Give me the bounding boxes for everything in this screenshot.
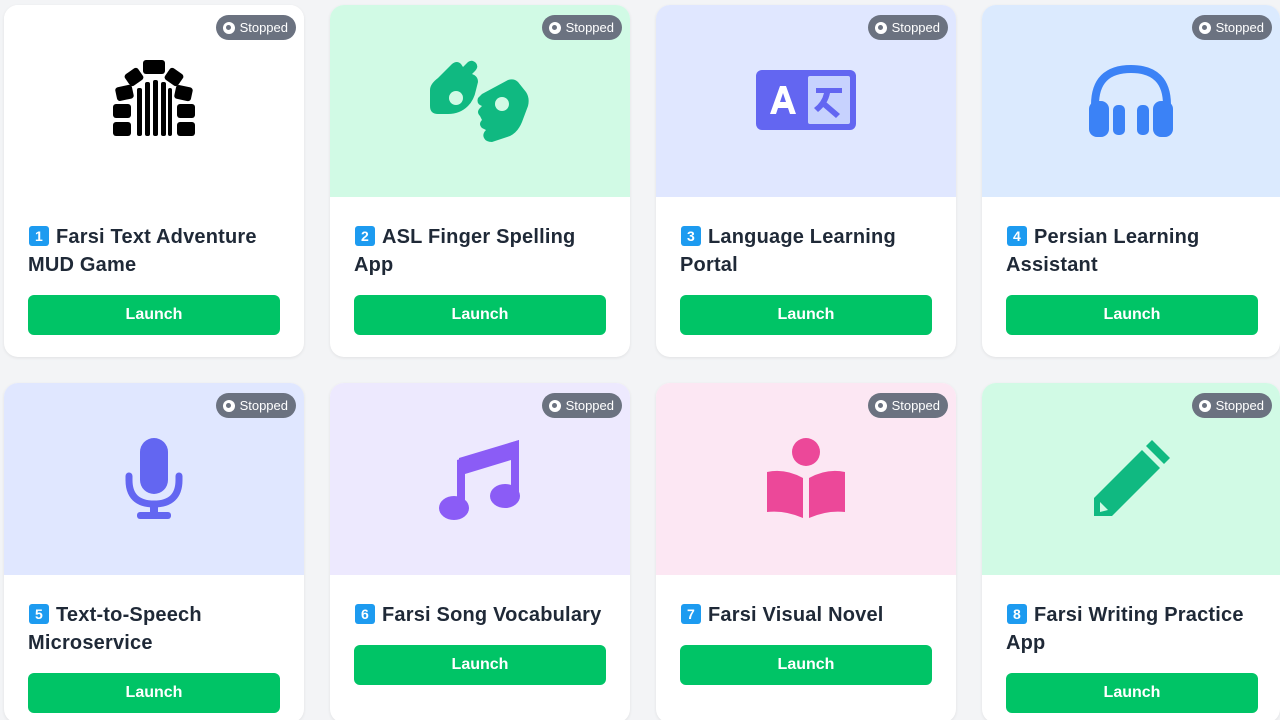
card-hero: Stopped [4, 383, 304, 575]
card-body: 3 Language Learning Portal Launch [656, 197, 956, 335]
launch-button[interactable]: Launch [354, 295, 606, 335]
card-title: 7 Farsi Visual Novel [680, 601, 932, 629]
app-card: Stopped 5 Text-to-Speech Microservice Lau… [4, 383, 304, 720]
card-title-text: Farsi Visual Novel [708, 604, 884, 626]
app-card: Stopped 4 Persian Learning Assistant Laun… [982, 5, 1280, 357]
stopped-icon [874, 21, 887, 34]
number-badge: 5 [29, 604, 49, 624]
card-title-text: ASL Finger Spelling App [354, 226, 576, 276]
launch-button[interactable]: Launch [28, 673, 280, 713]
stopped-icon [222, 399, 235, 412]
stopped-icon [874, 399, 887, 412]
launch-button[interactable]: Launch [1006, 295, 1258, 335]
card-hero: Stopped [330, 383, 630, 575]
status-badge: Stopped [1191, 393, 1272, 418]
status-label: Stopped [1215, 20, 1264, 35]
card-title-text: Farsi Song Vocabulary [382, 604, 602, 626]
stopped-icon [222, 21, 235, 34]
number-badge: 7 [681, 604, 701, 624]
headphones-icon [1089, 65, 1173, 137]
card-body: 2 ASL Finger Spelling App Launch [330, 197, 630, 335]
card-title-text: Persian Learning Assistant [1006, 226, 1200, 276]
card-title: 6 Farsi Song Vocabulary [354, 601, 606, 629]
status-label: Stopped [565, 20, 614, 35]
launch-button[interactable]: Launch [680, 645, 932, 685]
card-title: 5 Text-to-Speech Microservice [28, 601, 280, 657]
card-body: 5 Text-to-Speech Microservice Launch [4, 575, 304, 713]
card-title: 1 Farsi Text Adventure MUD Game [28, 223, 280, 279]
status-label: Stopped [891, 20, 940, 35]
card-body: 4 Persian Learning Assistant Launch [982, 197, 1280, 335]
card-hero: Stopped [982, 5, 1280, 197]
stopped-icon [548, 21, 561, 34]
card-title: 8 Farsi Writing Practice App [1006, 601, 1256, 657]
launch-button[interactable]: Launch [28, 295, 280, 335]
number-badge: 8 [1007, 604, 1027, 624]
status-badge: Stopped [541, 15, 622, 40]
card-hero: Stopped [656, 383, 956, 575]
launch-button[interactable]: Launch [354, 645, 606, 685]
status-label: Stopped [565, 398, 614, 413]
status-label: Stopped [239, 20, 288, 35]
reader-book-icon [765, 438, 847, 520]
card-title: 3 Language Learning Portal [680, 223, 932, 279]
number-badge: 4 [1007, 226, 1027, 246]
app-card: Stopped 2 ASL Finger Spelling App Launch [330, 5, 630, 357]
card-body: 7 Farsi Visual Novel Launch [656, 575, 956, 685]
card-hero: Stopped [982, 383, 1280, 575]
number-badge: 6 [355, 604, 375, 624]
status-badge: Stopped [867, 15, 948, 40]
status-badge: Stopped [1191, 15, 1272, 40]
card-title-text: Text-to-Speech Microservice [28, 604, 202, 654]
launch-button[interactable]: Launch [680, 295, 932, 335]
app-card: Stopped 1 Farsi Text Adventure MUD Game … [4, 5, 304, 357]
status-badge: Stopped [215, 15, 296, 40]
stopped-icon [1198, 21, 1211, 34]
dungeon-gate-icon [113, 60, 195, 142]
status-label: Stopped [1215, 398, 1264, 413]
music-note-icon [439, 438, 521, 520]
status-badge: Stopped [215, 393, 296, 418]
launch-button[interactable]: Launch [1006, 673, 1258, 713]
card-title: 4 Persian Learning Assistant [1006, 223, 1256, 279]
status-label: Stopped [891, 398, 940, 413]
app-card: Stopped 6 Farsi Song Vocabulary Launch [330, 383, 630, 720]
sign-language-icon [430, 60, 530, 142]
stopped-icon [548, 399, 561, 412]
card-title-text: Language Learning Portal [680, 226, 896, 276]
microphone-icon [125, 438, 183, 520]
pencil-icon [1090, 438, 1172, 520]
card-title: 2 ASL Finger Spelling App [354, 223, 606, 279]
number-badge: 1 [29, 226, 49, 246]
card-hero: Stopped [330, 5, 630, 197]
status-label: Stopped [239, 398, 288, 413]
stopped-icon [1198, 399, 1211, 412]
app-card: Stopped 8 Farsi Writing Practice App Laun… [982, 383, 1280, 720]
number-badge: 2 [355, 226, 375, 246]
number-badge: 3 [681, 226, 701, 246]
card-hero: Stopped [656, 5, 956, 197]
card-body: 1 Farsi Text Adventure MUD Game Launch [4, 197, 304, 335]
card-body: 6 Farsi Song Vocabulary Launch [330, 575, 630, 685]
card-hero: Stopped [4, 5, 304, 197]
card-body: 8 Farsi Writing Practice App Launch [982, 575, 1280, 713]
app-card: Stopped 3 Language Learning Portal Launch [656, 5, 956, 357]
translate-icon [756, 70, 856, 132]
status-badge: Stopped [541, 393, 622, 418]
card-title-text: Farsi Text Adventure MUD Game [28, 226, 257, 276]
status-badge: Stopped [867, 393, 948, 418]
card-title-text: Farsi Writing Practice App [1006, 604, 1244, 654]
app-card: Stopped 7 Farsi Visual Novel Launch [656, 383, 956, 720]
